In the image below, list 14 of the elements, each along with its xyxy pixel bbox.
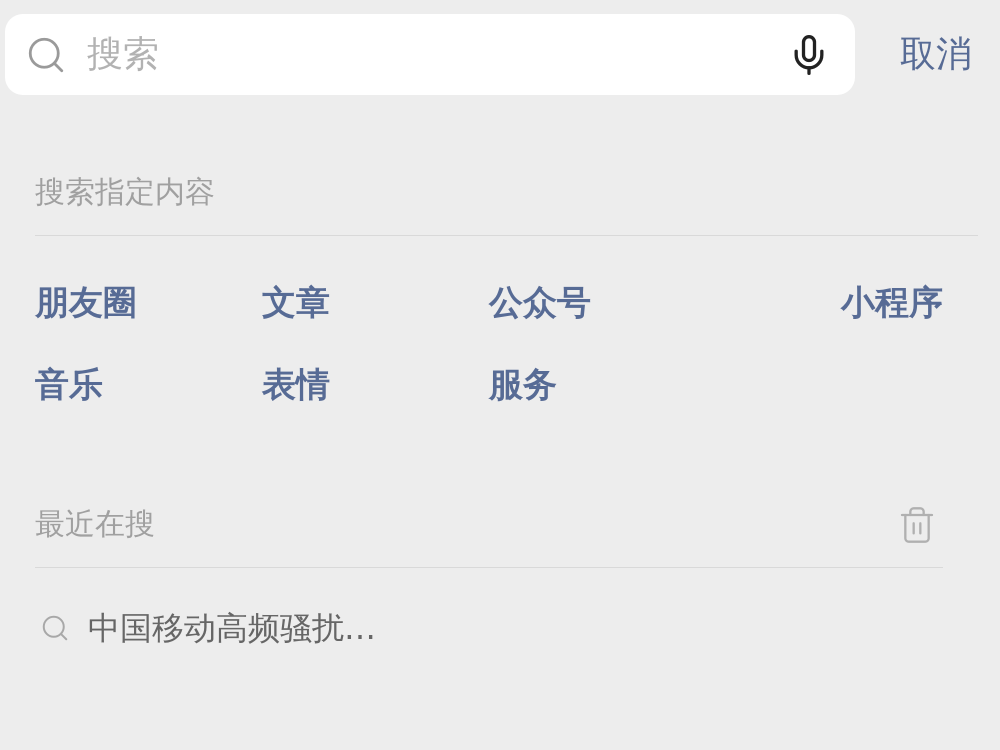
search-field[interactable]: 搜索 [5, 14, 855, 95]
category-link[interactable]: 公众号 [489, 281, 591, 325]
category-link[interactable]: 服务 [489, 363, 557, 407]
category-link[interactable]: 音乐 [35, 363, 103, 407]
category-link[interactable]: 小程序 [841, 281, 943, 325]
cancel-button[interactable]: 取消 [900, 28, 972, 82]
section-title: 搜索指定内容 [35, 175, 215, 210]
search-icon [40, 613, 70, 643]
section-title: 最近在搜 [35, 506, 155, 544]
category-link[interactable]: 表情 [262, 363, 330, 407]
search-input[interactable]: 搜索 [87, 28, 787, 82]
category-link[interactable]: 朋友圈 [35, 281, 137, 325]
category-link[interactable]: 文章 [262, 281, 330, 325]
history-item[interactable]: 中国移动高频骚扰… [35, 604, 978, 652]
